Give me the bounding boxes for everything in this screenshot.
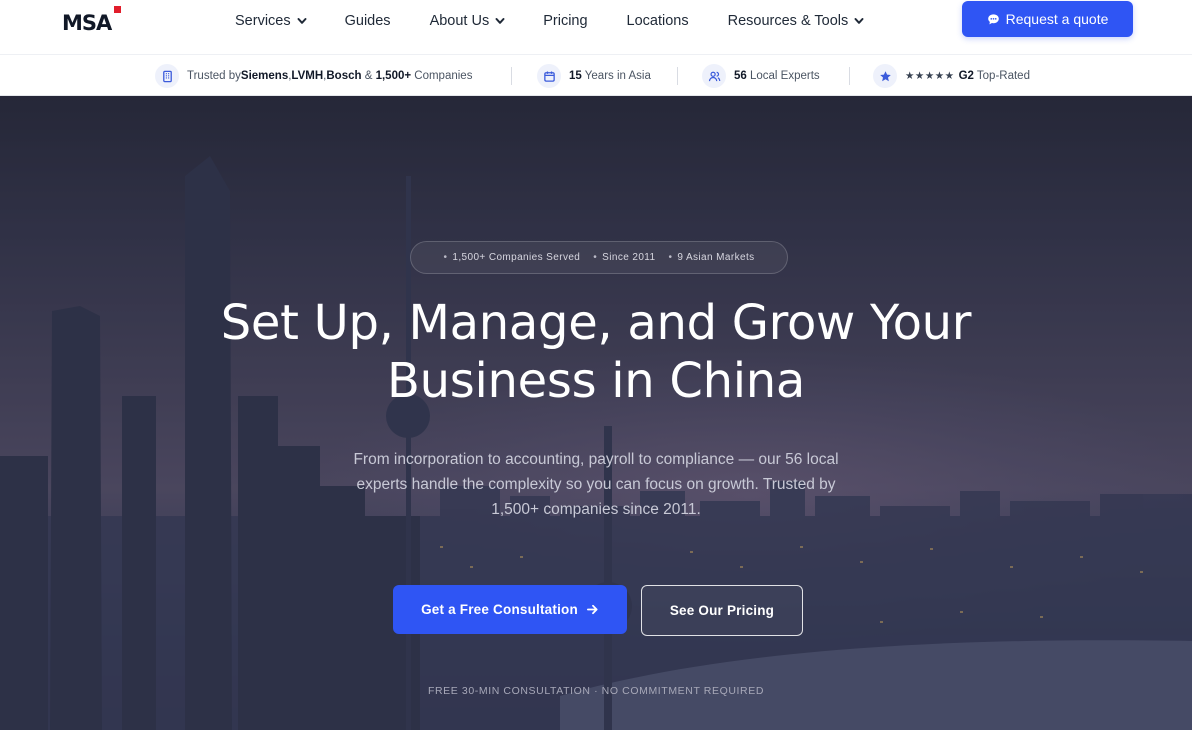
g2-label: G2 bbox=[958, 70, 974, 82]
request-quote-button[interactable]: Request a quote bbox=[962, 1, 1133, 37]
trust-text: & bbox=[361, 70, 376, 82]
trust-bar: Trusted by Siemens , LVMH , Bosch & 1,50… bbox=[0, 54, 1192, 96]
building-icon bbox=[155, 64, 179, 88]
trust-item-experts: 56 Local Experts bbox=[702, 55, 820, 97]
request-quote-label: Request a quote bbox=[1005, 11, 1109, 27]
chat-bubble-icon bbox=[987, 13, 999, 24]
hero-title: Set Up, Manage, and Grow Your Business i… bbox=[96, 294, 1096, 410]
divider bbox=[849, 67, 850, 85]
nav-item-label: Pricing bbox=[543, 13, 588, 29]
see-pricing-label: See Our Pricing bbox=[669, 603, 775, 618]
nav-item-label: Resources & Tools bbox=[727, 13, 849, 29]
trust-item-rating: ★★★★★ G2 Top-Rated bbox=[873, 55, 1030, 97]
nav-item-about-us[interactable]: About Us bbox=[430, 13, 506, 29]
trust-text: Trusted by bbox=[187, 70, 241, 82]
hero-title-line-1: Set Up, Manage, and Grow Your bbox=[220, 295, 972, 351]
chevron-down-icon bbox=[297, 18, 307, 24]
free-consultation-label: Get a Free Consultation bbox=[421, 602, 578, 617]
trust-text: Companies bbox=[411, 70, 473, 82]
pill-stat-since: Since 2011 bbox=[593, 252, 655, 263]
hero-title-line-2: Business in China bbox=[387, 353, 805, 409]
nav-item-pricing[interactable]: Pricing bbox=[543, 13, 587, 29]
pill-stat-companies: 1,500+ Companies Served bbox=[443, 252, 580, 263]
trust-item-clients: Trusted by Siemens , LVMH , Bosch & 1,50… bbox=[155, 55, 472, 97]
logo-red-square-icon bbox=[114, 6, 121, 13]
free-consultation-button[interactable]: Get a Free Consultation bbox=[393, 585, 627, 634]
main-menu: Services Guides About Us Pricing Locatio… bbox=[235, 0, 864, 42]
nav-item-guides[interactable]: Guides bbox=[345, 13, 391, 29]
client-bosch: Bosch bbox=[326, 70, 362, 82]
nav-item-label: Guides bbox=[344, 13, 391, 29]
client-lvmh: LVMH bbox=[291, 70, 324, 82]
calendar-icon bbox=[537, 64, 561, 88]
nav-item-label: Services bbox=[235, 13, 291, 29]
hero-subtitle: From incorporation to accounting, payrol… bbox=[353, 451, 839, 518]
chevron-down-icon bbox=[854, 18, 864, 24]
chevron-down-icon bbox=[495, 18, 505, 24]
client-siemens: Siemens bbox=[240, 70, 289, 82]
experts-count: 56 bbox=[734, 70, 747, 82]
see-pricing-button[interactable]: See Our Pricing bbox=[641, 585, 803, 636]
trust-text: Top-Rated bbox=[973, 70, 1030, 82]
hero-dark-overlay bbox=[0, 96, 1192, 730]
pill-stat-markets: 9 Asian Markets bbox=[668, 252, 754, 263]
msa-logo[interactable]: MSA bbox=[62, 6, 121, 35]
arrow-right-icon bbox=[586, 604, 598, 615]
top-navigation: MSA Services Guides About Us Pricing Loc… bbox=[0, 0, 1192, 54]
star-icon bbox=[873, 64, 897, 88]
users-icon bbox=[702, 64, 726, 88]
client-count: 1,500+ bbox=[375, 70, 412, 82]
nav-item-services[interactable]: Services bbox=[235, 13, 307, 29]
trust-text: Years in Asia bbox=[581, 70, 651, 82]
nav-item-label: About Us bbox=[429, 13, 490, 29]
hero-section: 1,500+ Companies Served Since 2011 9 Asi… bbox=[0, 96, 1192, 730]
consultation-note: FREE 30-MIN CONSULTATION · NO COMMITMENT… bbox=[427, 685, 765, 697]
trust-text: Local Experts bbox=[746, 70, 820, 82]
nav-item-locations[interactable]: Locations bbox=[627, 13, 689, 29]
divider bbox=[511, 67, 512, 85]
hero-stats-pill: 1,500+ Companies Served Since 2011 9 Asi… bbox=[410, 241, 788, 274]
divider bbox=[677, 67, 678, 85]
logo-text: MSA bbox=[62, 11, 112, 35]
five-stars-icon: ★★★★★ bbox=[905, 70, 955, 82]
nav-item-label: Locations bbox=[626, 13, 689, 29]
trust-item-years: 15 Years in Asia bbox=[537, 55, 651, 97]
nav-item-resources-tools[interactable]: Resources & Tools bbox=[728, 13, 865, 29]
years-count: 15 bbox=[569, 70, 582, 82]
